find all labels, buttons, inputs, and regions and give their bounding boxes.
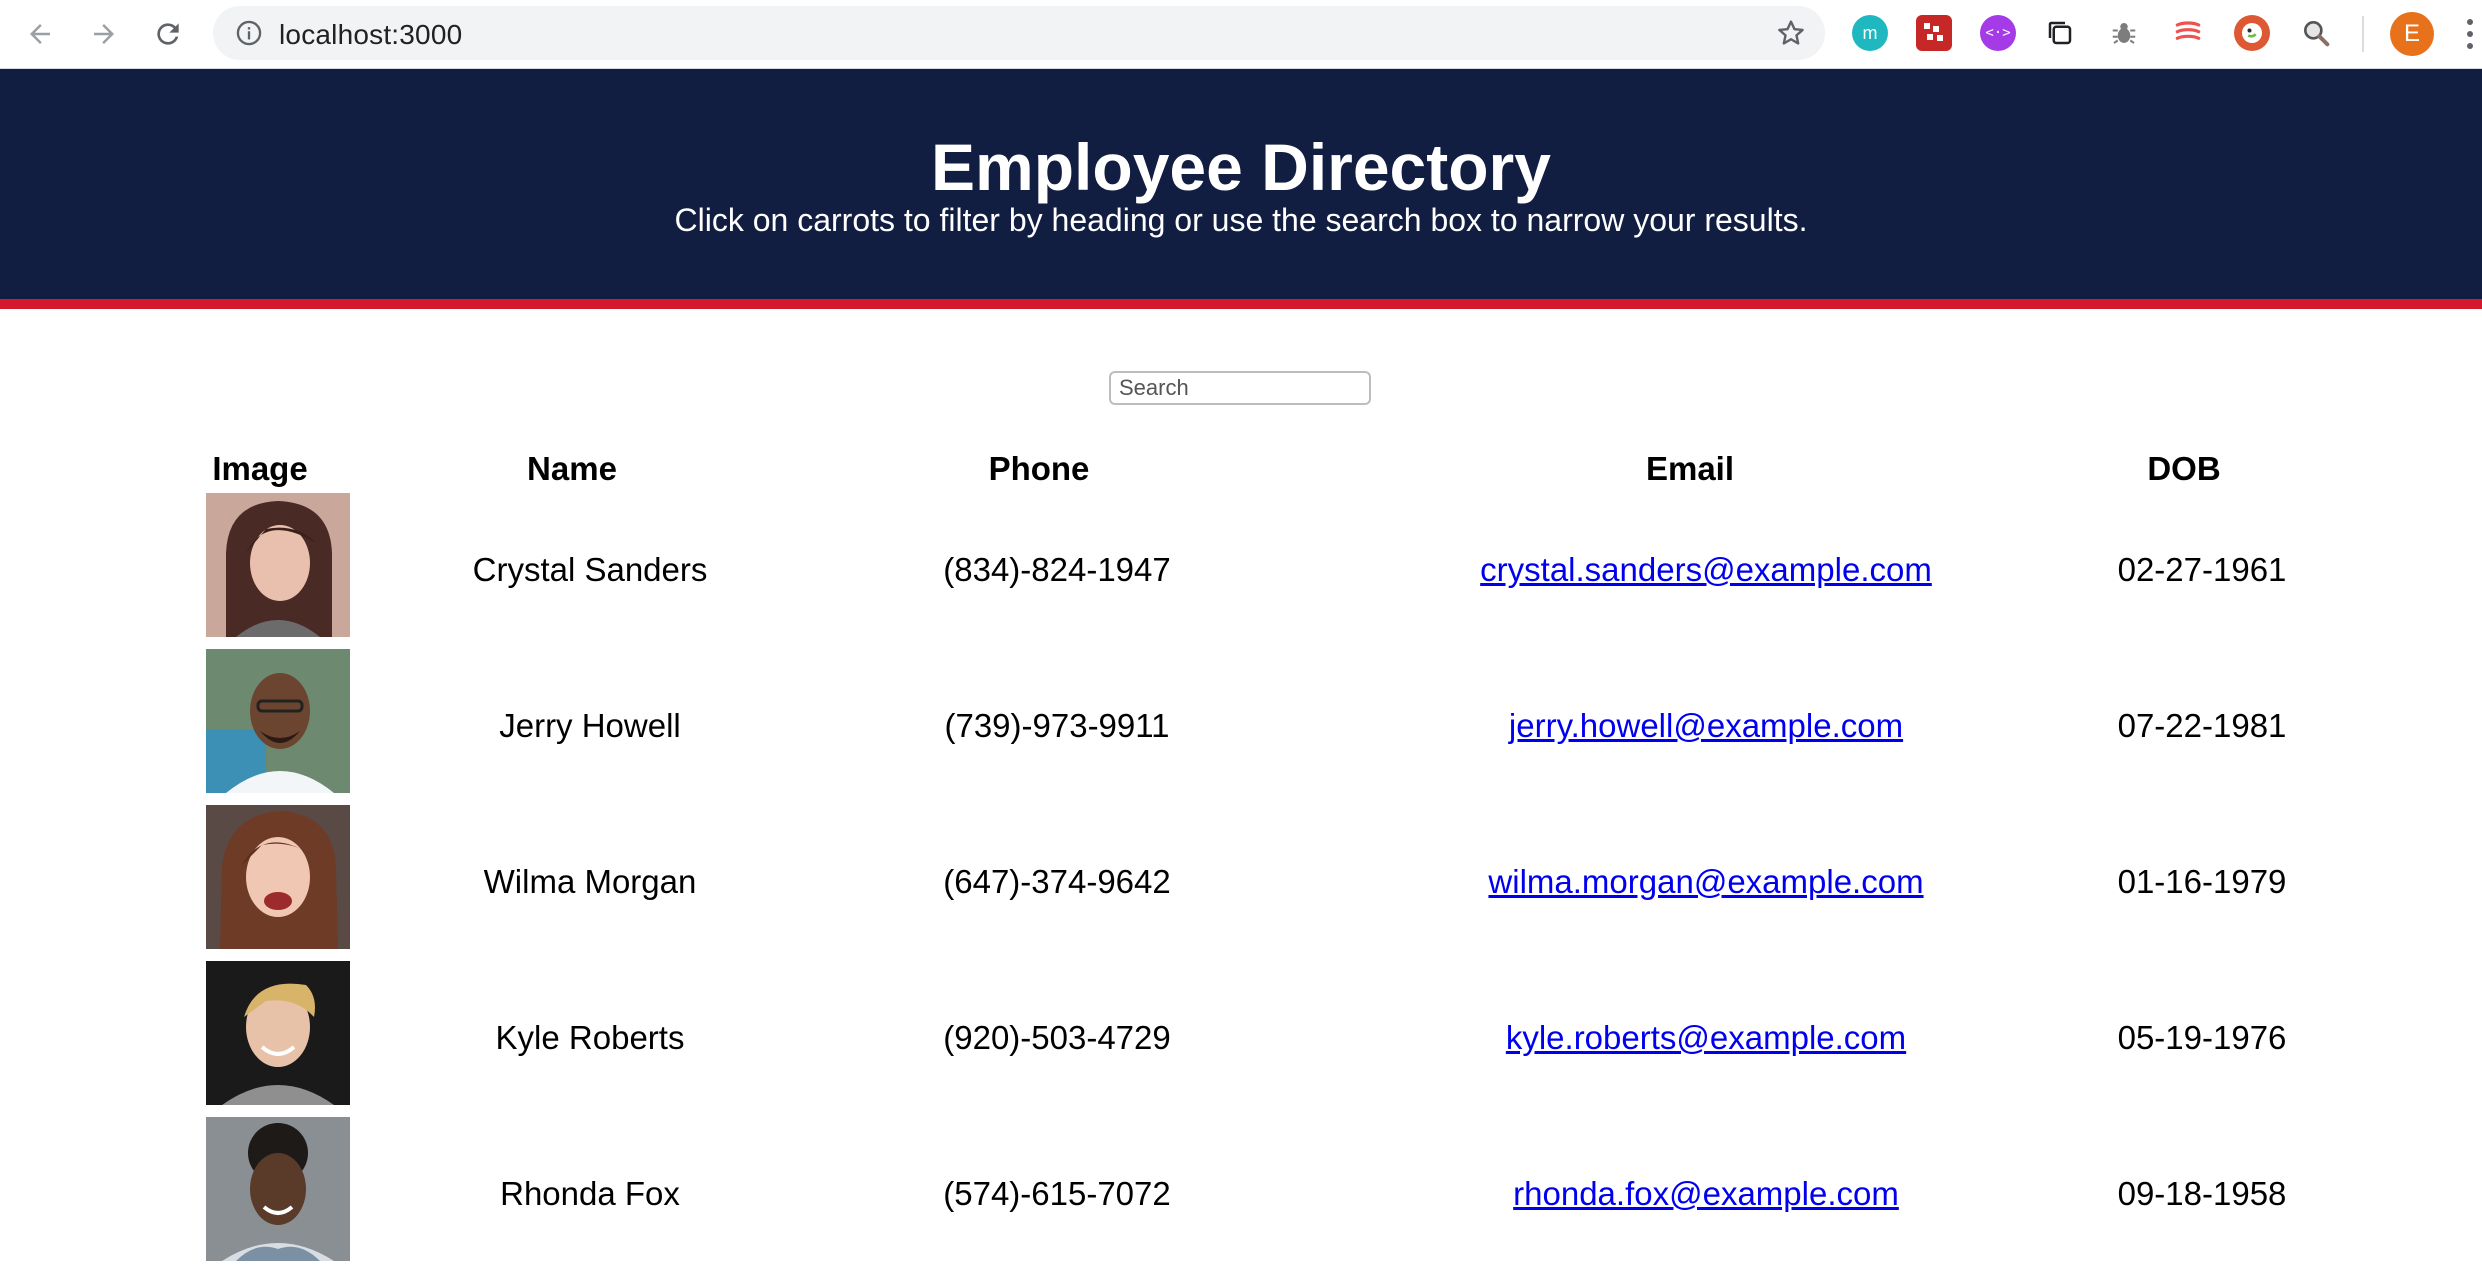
forward-arrow-icon xyxy=(94,24,114,44)
bug-extension-icon[interactable] xyxy=(2106,15,2142,51)
kebab-menu-icon[interactable] xyxy=(2458,14,2482,54)
employee-dob: 02-27-1961 xyxy=(2117,551,2287,588)
header-name[interactable]: Name xyxy=(527,450,617,488)
search-input[interactable] xyxy=(1109,371,1371,405)
address-bar[interactable]: localhost:3000 xyxy=(213,6,1825,60)
table-row: Rhonda Fox (574)-615-7072 rhonda.fox@exa… xyxy=(0,1116,2482,1272)
toolbar-separator xyxy=(2362,16,2364,52)
email-link[interactable]: jerry.howell@example.com xyxy=(1509,707,1903,744)
back-arrow-icon xyxy=(30,24,50,44)
duckduckgo-extension-icon[interactable] xyxy=(2234,15,2270,51)
header-email[interactable]: Email xyxy=(1646,450,1734,488)
employee-name: Rhonda Fox xyxy=(500,1175,680,1212)
employee-dob: 09-18-1958 xyxy=(2117,1175,2287,1212)
header-phone[interactable]: Phone xyxy=(989,450,1090,488)
employee-phone: (920)-503-4729 xyxy=(943,1019,1171,1056)
employee-dob: 05-19-1976 xyxy=(2117,1019,2287,1056)
momentum-extension-icon[interactable]: m xyxy=(1852,15,1888,51)
page-subtitle: Click on carrots to filter by heading or… xyxy=(674,202,1808,238)
profile-avatar-button[interactable]: E xyxy=(2390,12,2434,56)
page-header: Employee Directory Click on carrots to f… xyxy=(0,69,2482,299)
employee-photo xyxy=(206,1117,350,1261)
employee-name: Kyle Roberts xyxy=(495,1019,685,1056)
employee-name: Jerry Howell xyxy=(499,707,681,744)
table-row: Jerry Howell (739)-973-9911 jerry.howell… xyxy=(0,648,2482,804)
employee-photo xyxy=(206,961,350,1105)
employee-name: Crystal Sanders xyxy=(472,551,708,588)
employee-email: rhonda.fox@example.com xyxy=(1513,1175,1899,1213)
employee-dob: 01-16-1979 xyxy=(2117,863,2287,900)
email-link[interactable]: wilma.morgan@example.com xyxy=(1488,863,1923,900)
employee-name: Wilma Morgan xyxy=(483,863,697,900)
code-extension-icon[interactable]: <·> xyxy=(1980,15,2016,51)
employee-phone: (739)-973-9911 xyxy=(944,707,1170,744)
employee-phone: (834)-824-1947 xyxy=(943,551,1171,588)
back-button[interactable] xyxy=(20,14,60,54)
header-dob[interactable]: DOB xyxy=(2147,450,2220,488)
employee-table: Image Name Phone Email DOB Crystal Sande… xyxy=(0,440,2482,1272)
email-link[interactable]: crystal.sanders@example.com xyxy=(1480,551,1932,588)
table-row: Crystal Sanders (834)-824-1947 crystal.s… xyxy=(0,492,2482,648)
employee-dob: 07-22-1981 xyxy=(2117,707,2287,744)
employee-photo xyxy=(206,493,350,637)
reload-button[interactable] xyxy=(148,14,188,54)
employee-photo xyxy=(206,649,350,793)
table-row: Wilma Morgan (647)-374-9642 wilma.morgan… xyxy=(0,804,2482,960)
copy-extension-icon[interactable] xyxy=(2042,15,2078,51)
employee-email: crystal.sanders@example.com xyxy=(1480,551,1932,589)
employee-email: kyle.roberts@example.com xyxy=(1506,1019,1906,1057)
css-extension-icon[interactable] xyxy=(2170,15,2206,51)
employee-phone: (647)-374-9642 xyxy=(943,863,1171,900)
page-title: Employee Directory xyxy=(931,130,1551,204)
forward-button[interactable] xyxy=(84,14,124,54)
header-image[interactable]: Image xyxy=(212,450,307,488)
table-header-row: Image Name Phone Email DOB xyxy=(0,440,2482,492)
inspect-extension-icon[interactable] xyxy=(2298,15,2334,51)
table-row: Kyle Roberts (920)-503-4729 kyle.roberts… xyxy=(0,960,2482,1116)
url-text[interactable]: localhost:3000 xyxy=(279,19,462,51)
reload-icon xyxy=(157,23,179,45)
site-info-icon[interactable] xyxy=(235,19,263,47)
email-link[interactable]: kyle.roberts@example.com xyxy=(1506,1019,1906,1056)
search-container xyxy=(1109,371,1371,405)
bookmark-star-icon[interactable] xyxy=(1775,17,1807,49)
employee-phone: (574)-615-7072 xyxy=(943,1175,1171,1212)
browser-toolbar: localhost:3000 m <·> E xyxy=(0,0,2482,69)
email-link[interactable]: rhonda.fox@example.com xyxy=(1513,1175,1899,1212)
employee-photo xyxy=(206,805,350,949)
employee-email: jerry.howell@example.com xyxy=(1509,707,1903,745)
employee-email: wilma.morgan@example.com xyxy=(1488,863,1923,901)
header-accent-stripe xyxy=(0,299,2482,309)
pixel-extension-icon[interactable] xyxy=(1916,15,1952,51)
